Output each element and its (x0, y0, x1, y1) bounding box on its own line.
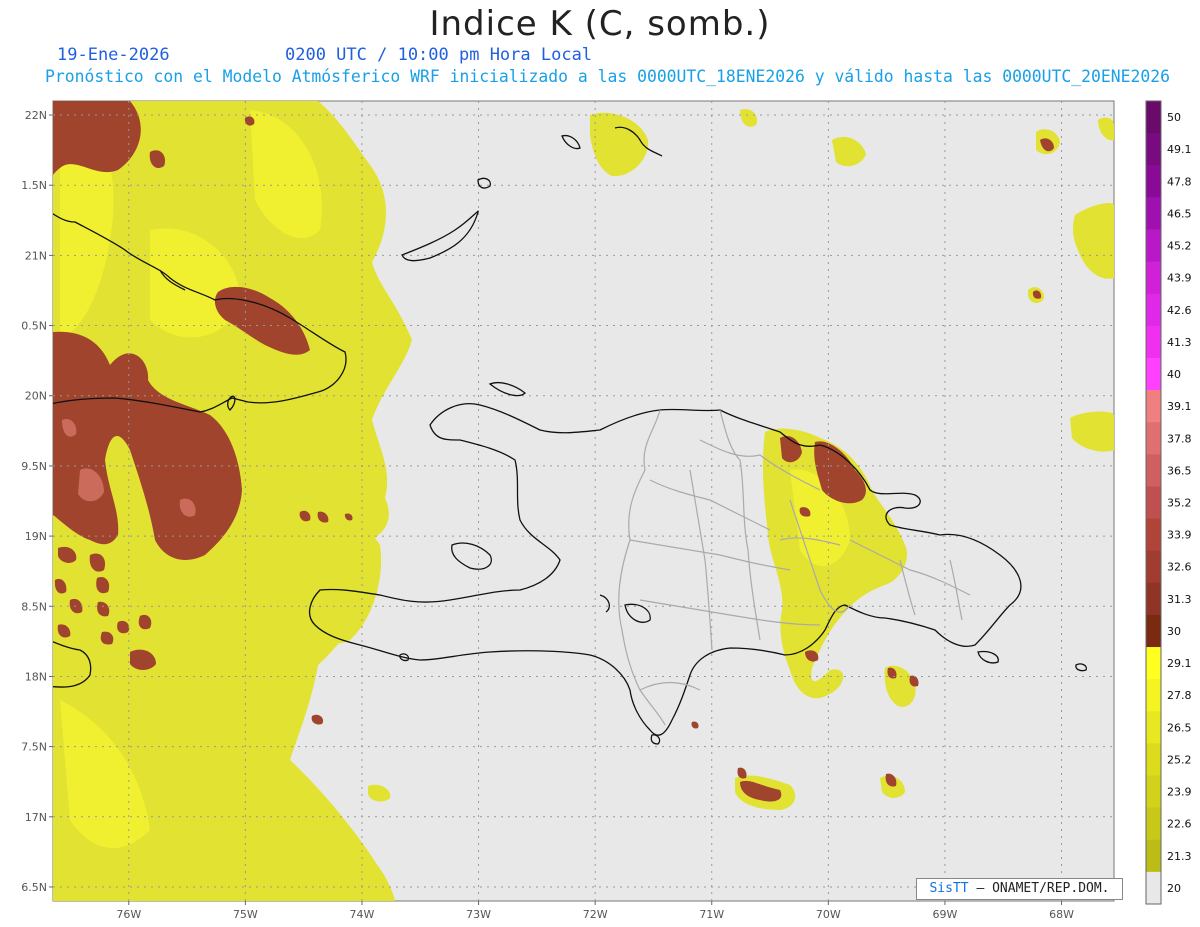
colorbar-label: 32.6 (1167, 561, 1192, 574)
colorbar-label: 27.8 (1167, 689, 1192, 702)
colorbar-swatch (1146, 743, 1161, 777)
credit-brand: SisTT (929, 881, 969, 896)
k-index-map: 22N 1.5N 21N 0.5N 20N 9.5N 19N 8.5N 18N 7.5N 17N 6.… (21, 100, 1192, 921)
colorbar-swatch (1146, 390, 1161, 423)
colorbar-label: 45.2 (1167, 240, 1192, 253)
colorbar-label: 33.9 (1167, 529, 1192, 542)
colorbar-label: 42.6 (1167, 304, 1192, 317)
colorbar-swatch (1146, 422, 1161, 455)
lat-label: 6.5N (21, 881, 47, 894)
lat-label: 17N (25, 811, 47, 824)
lat-label: 9.5N (21, 460, 47, 473)
colorbar-label: 30 (1167, 625, 1181, 638)
credit-text: – ONAMET/REP.DOM. (976, 881, 1110, 896)
lon-label: 69W (933, 908, 958, 921)
colorbar-label: 43.9 (1167, 272, 1192, 285)
colorbar-label: 41.3 (1167, 336, 1192, 349)
credit-box: SisTT – ONAMET/REP.DOM. (916, 878, 1123, 900)
latitude-labels: 22N 1.5N 21N 0.5N 20N 9.5N 19N 8.5N 18N 7.5N 17N 6.… (21, 109, 53, 894)
colorbar-label: 36.5 (1167, 464, 1192, 477)
colorbar-swatch (1146, 165, 1161, 198)
lat-label: 8.5N (21, 600, 47, 613)
lon-label: 72W (583, 908, 608, 921)
colorbar-label: 29.1 (1167, 657, 1192, 670)
colorbar-label: 20 (1167, 882, 1181, 895)
colorbar-label: 23.9 (1167, 786, 1192, 799)
lon-label: 76W (116, 908, 141, 921)
colorbar-swatch (1146, 550, 1161, 584)
colorbar-label: 25.2 (1167, 753, 1192, 766)
lat-label: 18N (25, 670, 47, 683)
colorbar-label: 46.5 (1167, 207, 1192, 220)
colorbar-swatch (1146, 454, 1161, 487)
colorbar-swatch (1146, 101, 1161, 134)
colorbar-swatch (1146, 261, 1161, 295)
colorbar-swatch (1146, 229, 1161, 263)
colorbar-swatch (1146, 711, 1161, 744)
colorbar-swatch (1146, 357, 1161, 391)
colorbar: 50 49.1 47.8 46.5 45.2 43.9 42.6 41.3 40 39.1 37.8… (1145, 100, 1192, 905)
lat-label: 7.5N (21, 741, 47, 754)
colorbar-label: 50 (1167, 111, 1181, 124)
lat-label: 1.5N (21, 179, 47, 192)
colorbar-swatch (1146, 582, 1161, 616)
colorbar-label: 26.5 (1167, 721, 1192, 734)
lon-label: 71W (699, 908, 724, 921)
lon-label: 73W (466, 908, 491, 921)
colorbar-swatch (1146, 518, 1161, 552)
colorbar-swatch (1146, 871, 1161, 905)
lon-label: 70W (816, 908, 841, 921)
colorbar-swatch (1146, 679, 1161, 712)
colorbar-swatch (1146, 486, 1161, 520)
lat-label: 22N (25, 109, 47, 122)
lat-label: 20N (25, 390, 47, 403)
colorbar-swatch (1146, 133, 1161, 166)
colorbar-label: 49.1 (1167, 143, 1192, 156)
colorbar-swatch (1146, 197, 1161, 230)
lon-label: 68W (1049, 908, 1074, 921)
colorbar-swatch (1146, 807, 1161, 841)
colorbar-swatch (1146, 775, 1161, 809)
colorbar-swatch (1146, 647, 1161, 680)
lon-label: 75W (233, 908, 258, 921)
colorbar-label: 35.2 (1167, 497, 1192, 510)
lon-label: 74W (350, 908, 375, 921)
colorbar-swatch (1146, 293, 1161, 327)
colorbar-swatch (1146, 839, 1161, 873)
colorbar-label: 47.8 (1167, 175, 1192, 188)
lat-label: 0.5N (21, 320, 47, 333)
lat-label: 21N (25, 249, 47, 262)
colorbar-label: 37.8 (1167, 432, 1192, 445)
longitude-labels: 76W 75W 74W 73W 72W 71W 70W 69W 68W (116, 901, 1074, 921)
lat-label: 19N (25, 530, 47, 543)
colorbar-label: 31.3 (1167, 593, 1192, 606)
colorbar-label: 39.1 (1167, 400, 1192, 413)
colorbar-label: 40 (1167, 368, 1181, 381)
colorbar-label: 21.3 (1167, 850, 1192, 863)
colorbar-swatch (1146, 325, 1161, 359)
colorbar-label: 22.6 (1167, 818, 1192, 831)
colorbar-swatch (1146, 614, 1161, 648)
